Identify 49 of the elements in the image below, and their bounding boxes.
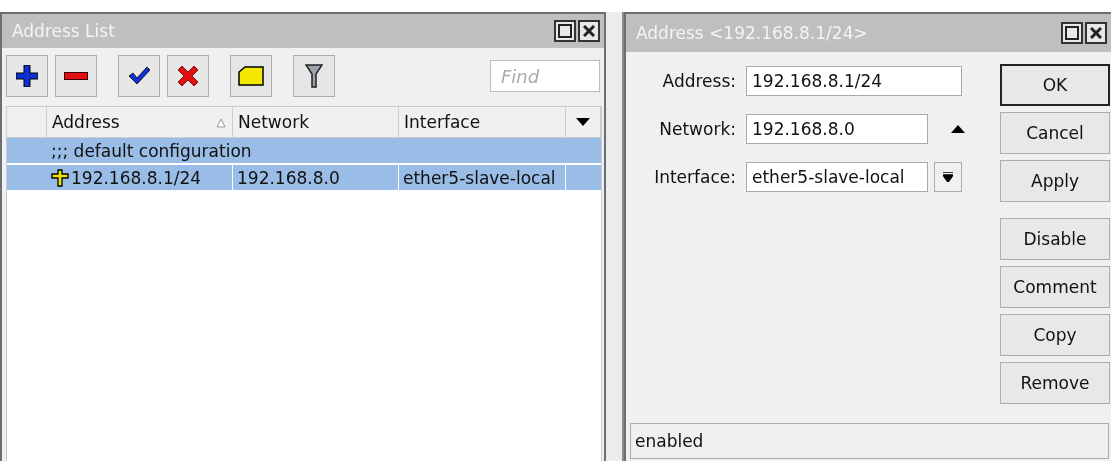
plus-icon <box>16 65 38 87</box>
dropdown-button[interactable] <box>934 162 962 192</box>
close-button[interactable] <box>578 20 600 42</box>
status-bar: enabled <box>630 423 1109 459</box>
field-label: Network: <box>658 119 736 139</box>
note-icon <box>238 66 264 86</box>
input-field[interactable]: 192.168.8.1/24 <box>746 66 962 96</box>
field-label: Interface: <box>653 167 736 187</box>
remove-button[interactable] <box>55 55 97 97</box>
input-field[interactable]: ether5-slave-local <box>746 162 928 192</box>
table-cell: 192.168.8.0 <box>233 165 399 190</box>
table-row[interactable]: 192.168.8.1/24 192.168.8.0 ether5-slave-local <box>7 165 601 192</box>
filter-button[interactable] <box>293 55 335 97</box>
table-cell: 192.168.8.1/24 <box>47 165 233 190</box>
address-icon <box>51 168 69 187</box>
maximize-icon <box>1065 26 1079 40</box>
comment-row[interactable]: ;;; default configuration <box>7 138 601 165</box>
minus-icon <box>64 72 88 80</box>
comment-button[interactable] <box>230 55 272 97</box>
close-icon <box>583 25 595 37</box>
column-header[interactable]: Interface <box>399 107 566 137</box>
dialog-button[interactable]: Copy <box>1000 314 1110 356</box>
disable-button[interactable] <box>167 55 209 97</box>
up-triangle-icon <box>951 125 965 133</box>
dialog-button[interactable]: Comment <box>1000 266 1110 308</box>
filter-icon <box>305 64 323 88</box>
table-cell: ether5-slave-local <box>399 165 566 190</box>
input-field[interactable]: 192.168.8.0 <box>746 114 928 144</box>
caret-icon <box>943 172 953 182</box>
dialog-button[interactable]: Apply <box>1000 160 1110 202</box>
enable-button[interactable] <box>118 55 160 97</box>
comment-text: ;;; default configuration <box>51 140 252 161</box>
maximize-icon <box>558 24 572 38</box>
dialog-button[interactable]: OK <box>1000 64 1110 106</box>
caret-icon <box>576 118 590 126</box>
add-button[interactable] <box>6 55 48 97</box>
field-label: Address: <box>661 71 736 91</box>
close-button[interactable] <box>1085 22 1107 44</box>
close-icon <box>1090 27 1102 39</box>
dialog-button[interactable]: Cancel <box>1000 112 1110 154</box>
dialog-button[interactable]: Disable <box>1000 218 1110 260</box>
column-header[interactable]: Network <box>233 107 399 137</box>
dialog-button[interactable]: Remove <box>1000 362 1110 404</box>
maximize-button[interactable] <box>1061 22 1083 44</box>
find-field[interactable]: Find <box>490 60 600 92</box>
column-header[interactable]: Address <box>47 107 233 137</box>
cross-icon <box>178 66 198 86</box>
maximize-button[interactable] <box>554 20 576 42</box>
check-icon <box>128 67 150 85</box>
